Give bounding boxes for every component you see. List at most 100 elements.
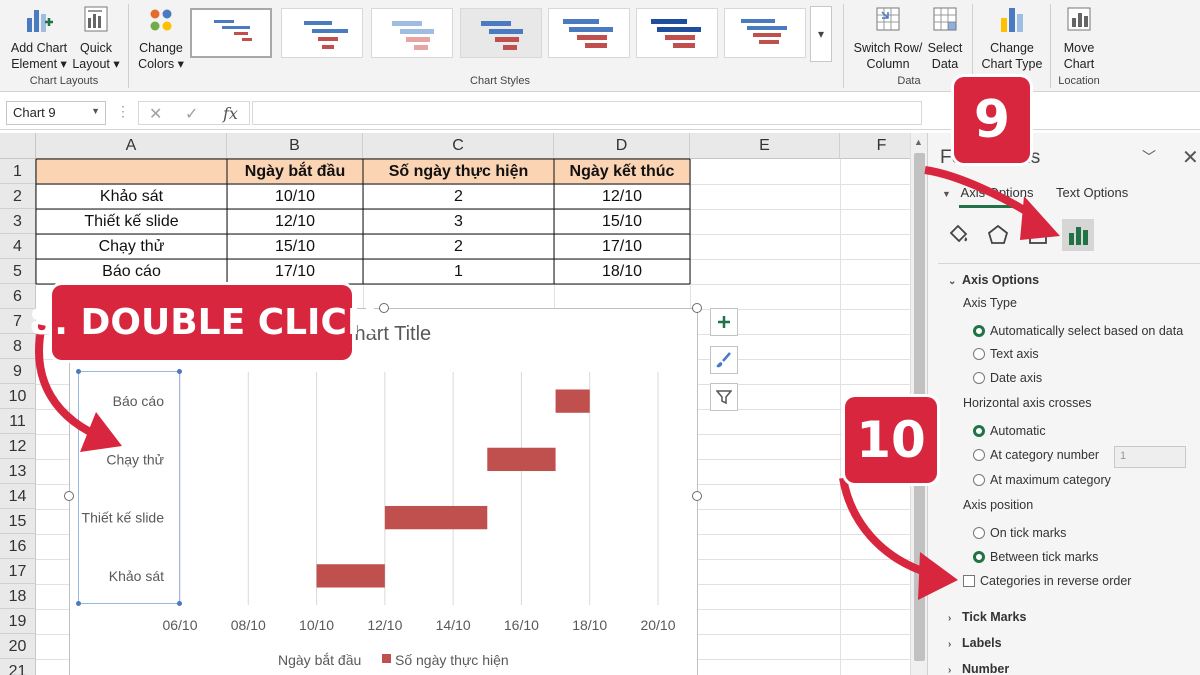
switch-row-column-button[interactable]: Switch Row/ Column xyxy=(853,4,923,72)
cell-c1[interactable]: Số ngày thực hiện xyxy=(363,159,554,184)
change-chart-type-button[interactable]: Change Chart Type xyxy=(980,4,1044,72)
row-header-20[interactable]: 20 xyxy=(0,634,36,659)
resize-handle-top[interactable] xyxy=(379,303,389,313)
row-header-4[interactable]: 4 xyxy=(0,234,36,259)
chart-style-3[interactable] xyxy=(371,8,453,58)
row-header-16[interactable]: 16 xyxy=(0,534,36,559)
select-data-button[interactable]: Select Data xyxy=(924,4,966,72)
chart-style-1[interactable] xyxy=(190,8,272,58)
checkbox-reverse-order[interactable]: Categories in reverse order xyxy=(963,574,1131,588)
chart-style-5[interactable] xyxy=(548,8,630,58)
name-box[interactable]: Chart 9 ▼ xyxy=(6,101,106,125)
fill-line-tab[interactable] xyxy=(942,219,974,251)
chevron-down-icon[interactable]: ﹀ xyxy=(1142,147,1156,167)
column-header-d[interactable]: D xyxy=(554,133,690,159)
radio-button[interactable] xyxy=(973,425,985,437)
cell-d2[interactable]: 12/10 xyxy=(554,184,690,209)
row-header-1[interactable]: 1 xyxy=(0,159,36,184)
effects-tab[interactable] xyxy=(982,219,1014,251)
cell-d1[interactable]: Ngày kết thúc xyxy=(554,159,690,184)
cell-b4[interactable]: 15/10 xyxy=(227,234,363,259)
row-header-9[interactable]: 9 xyxy=(0,359,36,384)
tab-axis-options[interactable]: ▼ Axis Options xyxy=(942,185,1034,200)
row-header-14[interactable]: 14 xyxy=(0,484,36,509)
section-axis-options[interactable]: ⌄ Axis Options xyxy=(948,273,1039,287)
section-labels[interactable]: › Labels xyxy=(948,636,1002,650)
enter-check-icon[interactable]: ✓ xyxy=(185,104,198,124)
quick-layout-button[interactable]: Quick Layout ▾ xyxy=(72,4,120,72)
chevron-down-more-icon[interactable]: ▾ xyxy=(810,6,832,62)
chevron-down-icon[interactable]: ▼ xyxy=(91,106,100,116)
chart-style-4[interactable] xyxy=(460,8,542,58)
row-header-15[interactable]: 15 xyxy=(0,509,36,534)
chart-style-2[interactable] xyxy=(281,8,363,58)
cell-c2[interactable]: 2 xyxy=(363,184,554,209)
row-header-13[interactable]: 13 xyxy=(0,459,36,484)
row-header-11[interactable]: 11 xyxy=(0,409,36,434)
cell-a2[interactable]: Khảo sát xyxy=(36,184,227,209)
resize-handle-top-right[interactable] xyxy=(692,303,702,313)
chart-style-6[interactable] xyxy=(636,8,718,58)
radio-crosses-category-number[interactable]: At category number xyxy=(973,448,1099,462)
cell-a5[interactable]: Báo cáo xyxy=(36,259,227,284)
cell-a3[interactable]: Thiết kế slide xyxy=(36,209,227,234)
radio-button[interactable] xyxy=(973,348,985,360)
resize-handle-right[interactable] xyxy=(692,491,702,501)
row-header-21[interactable]: 21 xyxy=(0,659,36,675)
insert-function-icon[interactable]: fx xyxy=(223,104,238,123)
close-icon[interactable]: ✕ xyxy=(1182,145,1199,170)
chart-elements-button[interactable] xyxy=(710,308,738,336)
vertical-axis-selection[interactable] xyxy=(76,369,182,606)
radio-on-tick-marks[interactable]: On tick marks xyxy=(973,526,1066,540)
cell-b3[interactable]: 12/10 xyxy=(227,209,363,234)
radio-crosses-max-category[interactable]: At maximum category xyxy=(973,473,1111,487)
row-header-12[interactable]: 12 xyxy=(0,434,36,459)
size-properties-tab[interactable] xyxy=(1022,219,1054,251)
radio-text-axis[interactable]: Text axis xyxy=(973,347,1039,361)
row-header-3[interactable]: 3 xyxy=(0,209,36,234)
row-header-17[interactable]: 17 xyxy=(0,559,36,584)
column-header-a[interactable]: A xyxy=(36,133,227,159)
checkbox[interactable] xyxy=(963,575,975,587)
column-header-b[interactable]: B xyxy=(227,133,363,159)
cell-d3[interactable]: 15/10 xyxy=(554,209,690,234)
scroll-up-icon[interactable]: ▲ xyxy=(914,137,923,147)
category-number-input[interactable]: 1 xyxy=(1114,446,1186,468)
column-header-f[interactable]: F xyxy=(840,133,910,159)
axis-options-tab[interactable] xyxy=(1062,219,1094,251)
formula-input[interactable] xyxy=(252,101,922,125)
row-header-18[interactable]: 18 xyxy=(0,584,36,609)
move-chart-button[interactable]: Move Chart xyxy=(1058,4,1100,72)
chart-style-7[interactable] xyxy=(724,8,806,58)
cell-c3[interactable]: 3 xyxy=(363,209,554,234)
cell-c4[interactable]: 2 xyxy=(363,234,554,259)
cell-a1[interactable] xyxy=(36,159,227,184)
cell-d4[interactable]: 17/10 xyxy=(554,234,690,259)
row-header-10[interactable]: 10 xyxy=(0,384,36,409)
tab-text-options[interactable]: Text Options xyxy=(1056,185,1128,200)
radio-between-tick-marks[interactable]: Between tick marks xyxy=(973,550,1098,564)
radio-date-axis[interactable]: Date axis xyxy=(973,371,1042,385)
radio-auto-axis-type[interactable]: Automatically select based on data xyxy=(973,324,1183,338)
cancel-icon[interactable]: ✕ xyxy=(149,104,162,124)
resize-handle-left[interactable] xyxy=(64,491,74,501)
row-header-5[interactable]: 5 xyxy=(0,259,36,284)
section-tick-marks[interactable]: › Tick Marks xyxy=(948,610,1026,624)
radio-button[interactable] xyxy=(973,474,985,486)
add-chart-element-button[interactable]: Add Chart Element ▾ xyxy=(8,4,70,72)
row-header-19[interactable]: 19 xyxy=(0,609,36,634)
section-number[interactable]: › Number xyxy=(948,662,1009,675)
radio-crosses-automatic[interactable]: Automatic xyxy=(973,424,1046,438)
change-colors-button[interactable]: Change Colors ▾ xyxy=(136,4,186,72)
radio-button[interactable] xyxy=(973,372,985,384)
cell-b1[interactable]: Ngày bắt đầu xyxy=(227,159,363,184)
select-all-corner[interactable] xyxy=(0,133,36,159)
column-header-c[interactable]: C xyxy=(363,133,554,159)
radio-button[interactable] xyxy=(973,551,985,563)
chart-filters-button[interactable] xyxy=(710,383,738,411)
cell-b5[interactable]: 17/10 xyxy=(227,259,363,284)
cell-c5[interactable]: 1 xyxy=(363,259,554,284)
cell-d5[interactable]: 18/10 xyxy=(554,259,690,284)
radio-button[interactable] xyxy=(973,527,985,539)
row-header-2[interactable]: 2 xyxy=(0,184,36,209)
